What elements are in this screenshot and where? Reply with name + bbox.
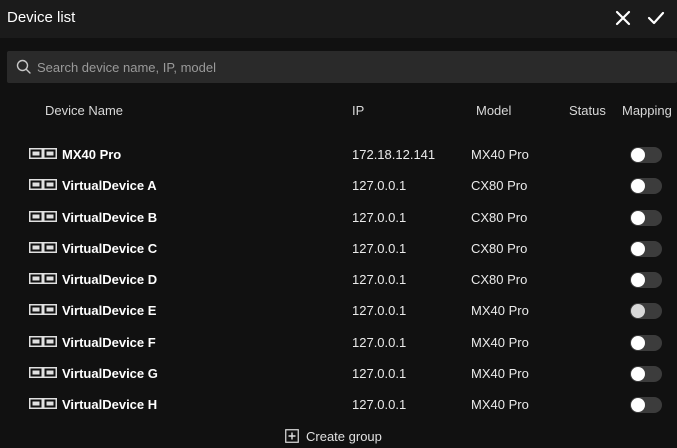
create-group-label: Create group bbox=[306, 429, 382, 444]
device-model: CX80 Pro bbox=[471, 240, 528, 256]
mapping-toggle[interactable] bbox=[630, 397, 662, 414]
header-device-name[interactable]: Device Name bbox=[45, 103, 123, 118]
device-icon bbox=[29, 148, 57, 159]
header-mapping[interactable]: Mapping bbox=[622, 103, 672, 118]
toggle-knob bbox=[631, 367, 645, 382]
device-ip: 172.18.12.141 bbox=[352, 147, 436, 162]
table-row[interactable]: MX40 Pro 172.18.12.141 MX40 Pro bbox=[0, 140, 677, 171]
device-icon bbox=[29, 398, 57, 410]
table-row[interactable]: VirtualDevice A 127.0.0.1 CX80 Pro bbox=[0, 171, 677, 202]
device-ip: 127.0.0.1 bbox=[352, 240, 407, 256]
device-icon bbox=[29, 210, 57, 222]
mapping-toggle[interactable] bbox=[630, 272, 662, 289]
device-name: VirtualDevice F bbox=[62, 334, 156, 350]
device-model: CX80 Pro bbox=[471, 178, 528, 194]
table-row[interactable]: VirtualDevice B 127.0.0.1 CX80 Pro bbox=[0, 203, 677, 234]
device-icon bbox=[29, 335, 57, 347]
device-model: CX80 Pro bbox=[471, 272, 528, 288]
toggle-knob bbox=[631, 148, 645, 162]
device-name: VirtualDevice E bbox=[62, 303, 157, 319]
device-ip: 127.0.0.1 bbox=[352, 209, 407, 225]
mapping-toggle[interactable] bbox=[630, 334, 662, 351]
device-icon bbox=[29, 179, 57, 191]
device-name: VirtualDevice C bbox=[62, 240, 158, 256]
mapping-toggle[interactable] bbox=[630, 178, 662, 195]
table-row[interactable]: VirtualDevice F 127.0.0.1 MX40 Pro bbox=[0, 328, 677, 359]
header-status[interactable]: Status bbox=[569, 103, 606, 118]
search-input[interactable] bbox=[37, 51, 657, 83]
close-button[interactable] bbox=[610, 5, 636, 31]
search-box bbox=[7, 51, 677, 83]
confirm-button[interactable] bbox=[643, 5, 669, 31]
device-list: MX40 Pro 172.18.12.141 MX40 Pro VirtualD… bbox=[0, 140, 677, 422]
device-ip: 127.0.0.1 bbox=[352, 334, 407, 350]
device-name: VirtualDevice H bbox=[62, 397, 158, 413]
mapping-toggle[interactable] bbox=[630, 303, 662, 320]
toggle-knob bbox=[631, 304, 645, 319]
mapping-toggle[interactable] bbox=[630, 209, 662, 226]
table-row[interactable]: VirtualDevice D 127.0.0.1 CX80 Pro bbox=[0, 265, 677, 296]
toggle-knob bbox=[631, 241, 645, 256]
title-bar: Device list bbox=[0, 0, 677, 38]
device-ip: 127.0.0.1 bbox=[352, 366, 407, 382]
table-row[interactable]: VirtualDevice H 127.0.0.1 MX40 Pro bbox=[0, 390, 677, 421]
device-name: MX40 Pro bbox=[62, 147, 122, 162]
table-row[interactable]: VirtualDevice C 127.0.0.1 CX80 Pro bbox=[0, 234, 677, 265]
toggle-knob bbox=[631, 179, 645, 194]
device-model: MX40 Pro bbox=[471, 334, 529, 350]
mapping-toggle[interactable] bbox=[630, 147, 662, 163]
device-model: MX40 Pro bbox=[471, 147, 529, 162]
header-ip[interactable]: IP bbox=[352, 103, 364, 118]
device-ip: 127.0.0.1 bbox=[352, 178, 407, 194]
create-group-button[interactable]: Create group bbox=[285, 429, 382, 448]
device-name: VirtualDevice B bbox=[62, 209, 158, 225]
plus-square-icon bbox=[285, 429, 299, 443]
mapping-toggle[interactable] bbox=[630, 240, 662, 257]
check-icon bbox=[647, 11, 665, 25]
table-row[interactable]: VirtualDevice G 127.0.0.1 MX40 Pro bbox=[0, 359, 677, 390]
toggle-knob bbox=[631, 210, 645, 225]
device-icon bbox=[29, 367, 57, 379]
header-model[interactable]: Model bbox=[476, 103, 511, 118]
device-ip: 127.0.0.1 bbox=[352, 397, 407, 413]
device-icon bbox=[29, 304, 57, 316]
device-model: CX80 Pro bbox=[471, 209, 528, 225]
toggle-knob bbox=[631, 273, 645, 288]
toggle-knob bbox=[631, 398, 645, 413]
table-row[interactable]: VirtualDevice E 127.0.0.1 MX40 Pro bbox=[0, 296, 677, 327]
window-title: Device list bbox=[7, 9, 76, 26]
device-model: MX40 Pro bbox=[471, 397, 529, 413]
device-icon bbox=[29, 241, 57, 253]
device-ip: 127.0.0.1 bbox=[352, 303, 407, 319]
device-model: MX40 Pro bbox=[471, 366, 529, 382]
device-model: MX40 Pro bbox=[471, 303, 529, 319]
device-name: VirtualDevice G bbox=[62, 366, 158, 382]
mapping-toggle[interactable] bbox=[630, 366, 662, 383]
table-header: Device Name IP Model Status Mapping bbox=[0, 103, 677, 123]
device-name: VirtualDevice A bbox=[62, 178, 157, 194]
close-icon bbox=[615, 10, 631, 26]
device-icon bbox=[29, 273, 57, 285]
search-icon bbox=[16, 59, 31, 74]
toggle-knob bbox=[631, 335, 645, 350]
device-ip: 127.0.0.1 bbox=[352, 272, 407, 288]
device-name: VirtualDevice D bbox=[62, 272, 158, 288]
